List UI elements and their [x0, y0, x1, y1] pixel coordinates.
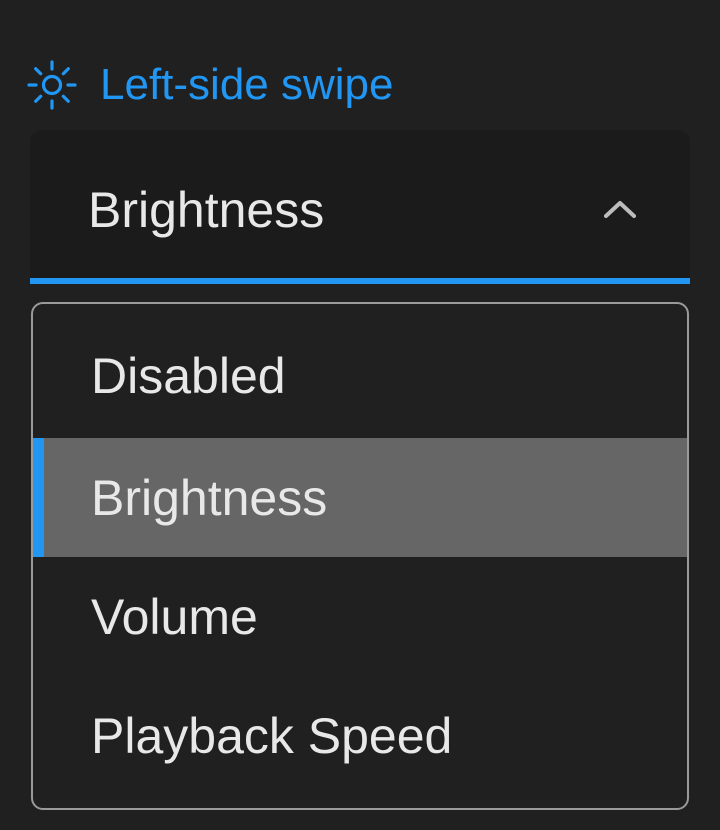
option-brightness[interactable]: Brightness	[33, 438, 687, 557]
option-playback-speed[interactable]: Playback Speed	[33, 676, 687, 795]
option-disabled[interactable]: Disabled	[33, 304, 687, 438]
option-label: Brightness	[91, 469, 328, 526]
option-volume[interactable]: Volume	[33, 557, 687, 676]
brightness-icon	[26, 59, 78, 111]
setting-label-text: Left-side swipe	[100, 60, 394, 109]
dropdown-menu: Disabled Brightness Volume Playback Spee…	[31, 302, 689, 810]
chevron-up-icon	[600, 194, 640, 224]
option-label: Volume	[91, 588, 258, 645]
option-label: Playback Speed	[91, 707, 453, 764]
left-swipe-select[interactable]: Brightness	[30, 130, 690, 284]
option-label: Disabled	[91, 348, 286, 404]
page: Left-side swipe Brightness Disabled Brig…	[0, 0, 720, 830]
setting-label: Left-side swipe	[26, 58, 393, 112]
select-value: Brightness	[88, 182, 325, 238]
